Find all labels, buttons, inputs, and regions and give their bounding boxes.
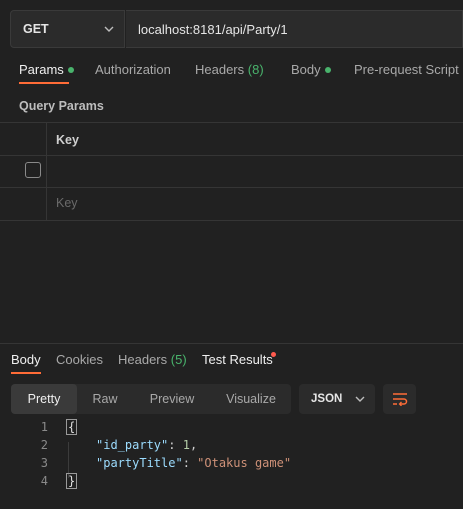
response-divider <box>0 343 463 344</box>
format-value: JSON <box>311 393 343 405</box>
response-active-underline <box>11 372 41 374</box>
json-number-value: 1 <box>182 438 190 452</box>
response-tab-body-label: Body <box>11 352 41 367</box>
tab-params[interactable]: Params <box>19 62 74 77</box>
view-raw-button[interactable]: Raw <box>77 384 133 414</box>
param-key-input[interactable]: Key <box>56 196 78 210</box>
response-tab-test-results[interactable]: Test Results <box>202 352 273 367</box>
response-tab-body[interactable]: Body <box>11 352 41 367</box>
line-number: 3 <box>40 456 48 470</box>
column-divider <box>46 122 47 220</box>
format-select[interactable]: JSON <box>299 384 375 414</box>
open-brace: { <box>66 419 78 435</box>
params-header-row: Key <box>0 122 463 155</box>
headers-count: (8) <box>247 62 264 77</box>
response-tab-test-results-label: Test Results <box>202 352 273 367</box>
json-key: "partyTitle" <box>96 456 183 470</box>
url-value: localhost:8181/api/Party/1 <box>138 21 288 37</box>
response-headers-count: (5) <box>170 352 187 367</box>
code-line: 3 "partyTitle": "Otakus game" <box>0 456 463 474</box>
view-preview-button[interactable]: Preview <box>133 384 211 414</box>
method-value: GET <box>23 22 49 36</box>
json-key: "id_party" <box>96 438 169 452</box>
tab-headers-label: Headers <box>195 62 245 77</box>
colon: : <box>168 438 183 452</box>
close-brace: } <box>66 473 78 489</box>
query-params-title: Query Params <box>19 99 104 113</box>
response-tab-cookies[interactable]: Cookies <box>56 352 103 367</box>
tab-authorization[interactable]: Authorization <box>95 62 171 77</box>
json-string-value: "Otakus game" <box>197 456 292 470</box>
param-enable-checkbox[interactable] <box>25 162 41 178</box>
body-indicator-dot <box>324 66 331 73</box>
test-results-indicator-dot <box>271 352 276 357</box>
url-input[interactable]: localhost:8181/api/Party/1 <box>126 10 463 48</box>
active-tab-underline <box>19 82 69 84</box>
request-tabs: Params Authorization Headers (8) Body Pr… <box>0 62 463 86</box>
params-row <box>0 155 463 188</box>
tab-body-label: Body <box>291 62 321 77</box>
code-line: 1 { <box>0 419 463 438</box>
response-tab-headers-label: Headers <box>118 352 168 367</box>
line-number: 4 <box>40 474 48 488</box>
tab-prerequest-script[interactable]: Pre-request Script <box>354 62 459 77</box>
view-visualize-button[interactable]: Visualize <box>211 384 291 414</box>
code-line: 2 "id_party": 1, <box>0 438 463 456</box>
comma: , <box>189 438 198 452</box>
line-number: 1 <box>40 420 48 434</box>
response-tabs: Body Cookies Headers (5) Test Results <box>0 352 463 374</box>
wrap-lines-button[interactable] <box>383 384 416 414</box>
tab-headers[interactable]: Headers (8) <box>195 62 264 77</box>
chevron-down-icon <box>104 26 114 32</box>
params-indicator-dot <box>67 66 74 73</box>
chevron-down-icon <box>355 396 365 402</box>
tab-authorization-label: Authorization <box>95 62 171 77</box>
tab-params-label: Params <box>19 62 64 77</box>
view-mode-selector: Pretty Raw Preview Visualize <box>11 384 291 414</box>
colon: : <box>182 456 198 470</box>
method-select[interactable]: GET <box>10 10 125 48</box>
response-tab-headers[interactable]: Headers (5) <box>118 352 187 367</box>
column-key-header: Key <box>56 133 79 147</box>
tab-prerequest-label: Pre-request Script <box>354 62 459 77</box>
line-number: 2 <box>40 438 48 452</box>
code-line: 4 } <box>0 473 463 492</box>
wrap-lines-icon <box>392 393 407 406</box>
tab-body[interactable]: Body <box>291 62 331 77</box>
view-pretty-button[interactable]: Pretty <box>11 384 77 414</box>
response-tab-cookies-label: Cookies <box>56 352 103 367</box>
